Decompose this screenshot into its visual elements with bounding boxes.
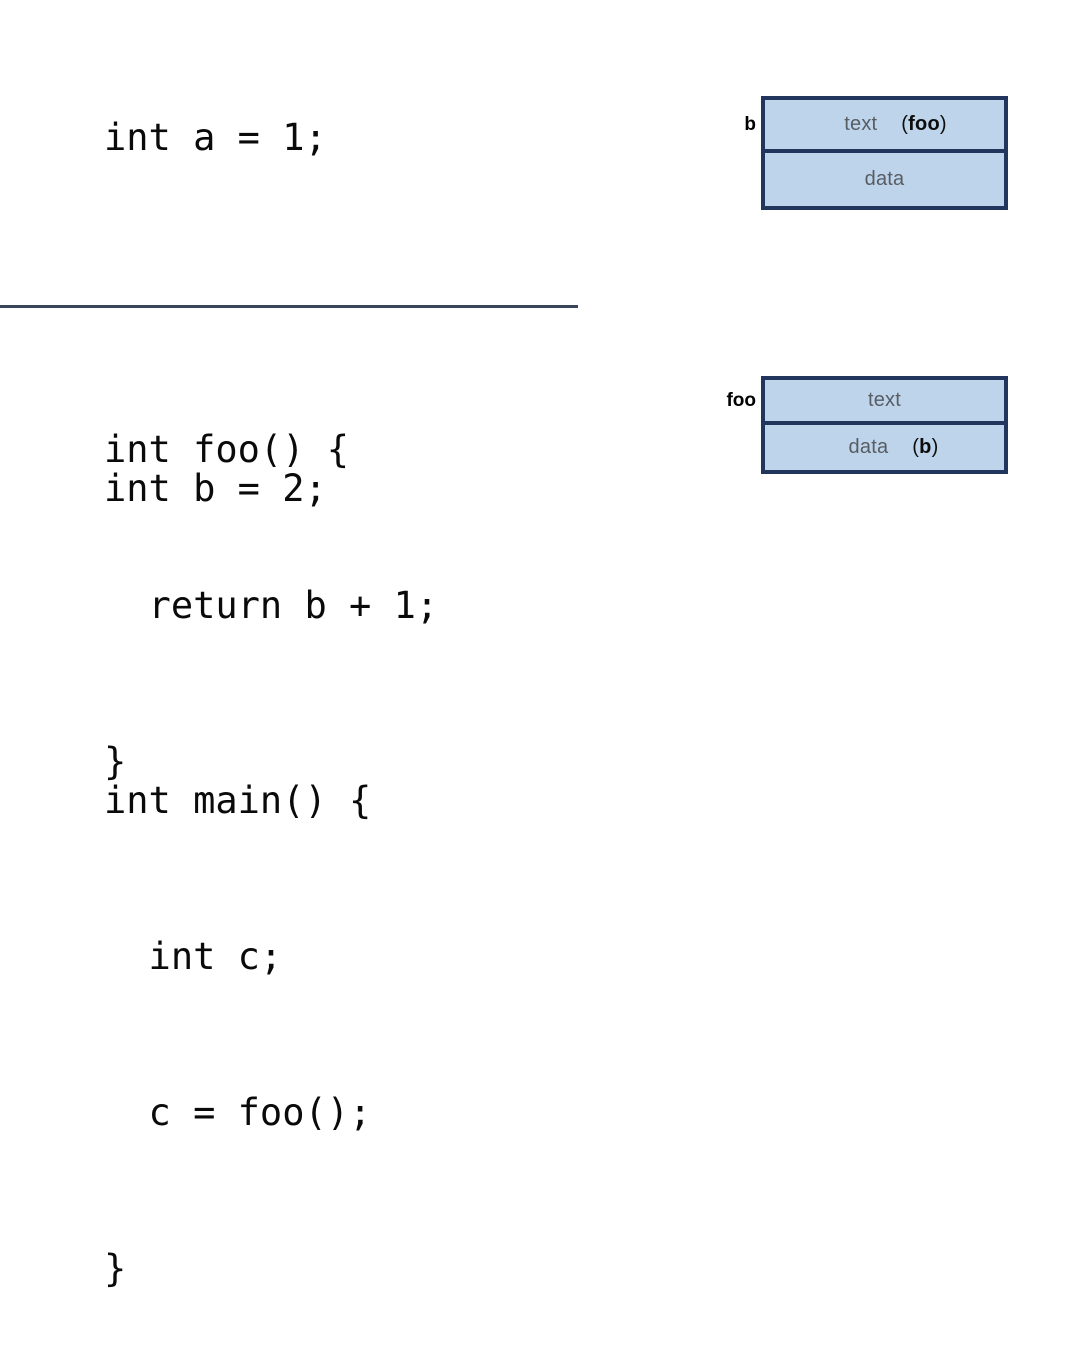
code-line: int b = 2; [104,467,327,510]
symbol-reference-b: (b) [912,436,938,459]
section-row-data: data [765,153,1004,206]
translation-unit-divider [0,305,578,308]
paren-close: ) [939,113,947,135]
code-line: int a = 1; [104,116,327,159]
section-label: text [867,389,902,411]
section-label: text [844,113,878,135]
section-row-text: text (foo) [765,100,1004,153]
section-row-text: text [765,380,1004,425]
slide-canvas: int a = 1; int foo() { return b + 1; } i… [0,0,1080,1290]
code-line: int main() { [104,779,372,822]
symbol-name: foo [908,113,940,135]
symbol-name: b [919,436,932,458]
section-row-data: data (b) [765,425,1004,470]
section-label: data [864,168,905,190]
object-file-box-1: text (foo) data [761,96,1008,210]
code-line: int c; [104,935,283,978]
code-line: } [104,1247,127,1290]
section-label: data [848,436,889,458]
memory-layout-unit-1: b text (foo) data [700,96,1008,210]
undefined-symbol-label-b: b [744,114,756,135]
undefined-symbol-label-foo: foo [726,390,756,411]
code-line: c = foo(); [104,1091,372,1134]
object-file-box-2: text data (b) [761,376,1008,474]
code-block-unit-2: int b = 2; int main() { int c; c = foo()… [104,359,371,1354]
symbol-reference-foo: (foo) [901,113,946,136]
memory-layout-unit-2: foo text data (b) [680,376,1008,474]
paren-close: ) [931,436,939,458]
